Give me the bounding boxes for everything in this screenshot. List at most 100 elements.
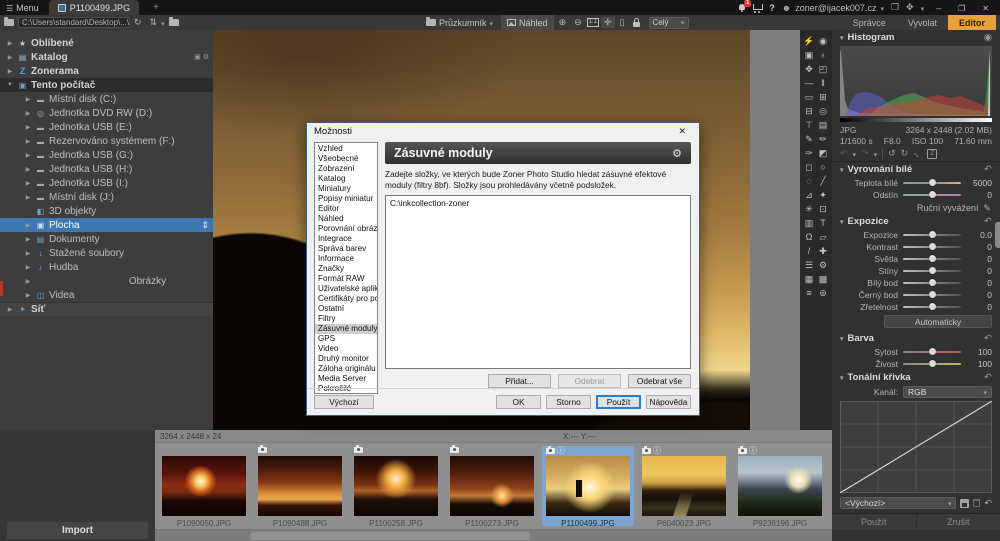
slider-track[interactable] <box>903 194 961 196</box>
sidebar-tree-item[interactable]: Místní disk (C:) <box>0 92 213 106</box>
tree-item-extra-icons[interactable] <box>201 220 209 231</box>
plugin-folder-list[interactable]: C:\inkcollection-zoner <box>385 195 691 369</box>
tool-icon[interactable]: ⊿ <box>802 189 816 202</box>
explorer-mode-button[interactable]: Průzkumník <box>420 15 499 30</box>
filmstrip-toggle-icon[interactable] <box>617 17 628 28</box>
expand-arrow-icon[interactable] <box>24 96 32 103</box>
new-tab-button[interactable]: + <box>149 2 163 13</box>
remove-all-button[interactable]: Odebrat vše <box>628 374 691 388</box>
cancel-button[interactable]: Zrušit <box>917 514 1000 530</box>
sidebar-tree-item[interactable]: Tento počítač <box>0 78 213 92</box>
slider-track[interactable] <box>903 182 961 184</box>
dialog-nav-item[interactable]: Uživatelské aplikace <box>315 284 377 294</box>
dialog-close-icon[interactable] <box>672 126 692 137</box>
sidebar-tree-item[interactable]: Jednotka USB (I:) <box>0 176 213 190</box>
tool-icon[interactable]: ○ <box>816 161 830 174</box>
slider-knob[interactable] <box>929 191 936 198</box>
tool-icon[interactable]: ⊟ <box>802 105 816 118</box>
restore-button[interactable] <box>953 3 970 13</box>
dialog-nav-item[interactable]: Filtry <box>315 314 377 324</box>
dialog-nav-item[interactable]: Video <box>315 344 377 354</box>
dialog-nav-item[interactable]: Miniatury <box>315 184 377 194</box>
folder-icon[interactable] <box>4 19 14 26</box>
refresh-icon[interactable] <box>130 17 146 28</box>
fullscreen-chevron-icon[interactable] <box>921 3 925 13</box>
undo-history-chevron[interactable] <box>853 149 857 159</box>
slider-knob[interactable] <box>929 360 936 367</box>
info-icon[interactable] <box>653 447 661 455</box>
account-menu[interactable]: zoner@ijacek007.cz <box>782 3 884 13</box>
close-button[interactable] <box>977 3 994 13</box>
sidebar-tree-item[interactable]: Obrázky <box>0 274 213 288</box>
tool-icon[interactable]: ◉ <box>816 35 830 48</box>
tool-icon[interactable]: ✑ <box>802 147 816 160</box>
preset-select[interactable]: <Výchozí> <box>840 497 956 509</box>
white-balance-header[interactable]: Vyrovnání bílé <box>832 162 1000 177</box>
dialog-title-bar[interactable]: Možnosti <box>307 123 699 140</box>
tool-icon[interactable]: ✥ <box>802 63 816 76</box>
tone-curve-plot[interactable] <box>840 401 992 493</box>
expand-arrow-icon[interactable] <box>24 124 32 131</box>
tool-icon[interactable]: / <box>802 245 816 258</box>
shop-cart-icon[interactable] <box>753 4 762 11</box>
slider-track[interactable] <box>903 246 961 248</box>
panel-collapse-handle[interactable] <box>995 222 1000 248</box>
thumbnail-cell[interactable]: P9236196.JPG <box>734 446 826 526</box>
color-header[interactable]: Barva <box>832 331 1000 346</box>
tool-icon[interactable]: ✎ <box>802 133 816 146</box>
slider-knob[interactable] <box>929 243 936 250</box>
tool-icon[interactable]: ⚡ <box>802 35 816 48</box>
slider-track[interactable] <box>903 258 961 260</box>
dialog-nav-item[interactable]: Formát RAW <box>315 274 377 284</box>
tool-icon[interactable]: ⊤ <box>802 119 816 132</box>
thumbnail-image[interactable] <box>546 456 630 516</box>
sidebar-tree-item[interactable]: Místní disk (J:) <box>0 190 213 204</box>
tool-icon[interactable]: ▣ <box>802 49 816 62</box>
slider-track[interactable] <box>903 282 961 284</box>
zoom-mode-select[interactable]: Celý <box>649 17 689 29</box>
slider-knob[interactable] <box>929 179 936 186</box>
tool-icon[interactable]: ‖ <box>816 77 830 90</box>
workspace-develop-button[interactable]: Vyvolat <box>897 15 948 30</box>
rotate-right-icon[interactable] <box>901 148 909 159</box>
undo-icon[interactable] <box>840 148 848 159</box>
dialog-nav-item[interactable]: Popisy miniatur <box>315 194 377 204</box>
tone-curve-header[interactable]: Tonální křivka <box>832 370 1000 385</box>
tool-icon[interactable]: ✚ <box>816 245 830 258</box>
save-preset-icon[interactable] <box>960 499 969 508</box>
default-button[interactable]: Výchozí <box>314 395 374 409</box>
expand-arrow-icon[interactable] <box>24 278 32 285</box>
expand-arrow-icon[interactable] <box>24 222 32 229</box>
tool-icon[interactable]: ◩ <box>816 147 830 160</box>
slider-knob[interactable] <box>929 267 936 274</box>
delete-preset-icon[interactable] <box>973 499 980 507</box>
lock-icon[interactable] <box>633 18 640 27</box>
sidebar-tree-item[interactable]: Zonerama <box>0 64 213 78</box>
docs-book-icon[interactable] <box>891 2 899 13</box>
histogram-header[interactable]: Histogram <box>832 30 1000 45</box>
dialog-nav-item[interactable]: Ostatní <box>315 304 377 314</box>
slider-knob[interactable] <box>929 279 936 286</box>
info-icon[interactable] <box>749 447 757 455</box>
tool-icon[interactable]: ◻ <box>802 161 816 174</box>
dialog-nav-item[interactable]: Druhý monitor <box>315 354 377 364</box>
dialog-nav-item[interactable]: GPS <box>315 334 377 344</box>
dialog-nav-item[interactable]: Všeobecné <box>315 154 377 164</box>
tool-icon[interactable]: ≡ <box>802 287 816 300</box>
thumbnail-image[interactable] <box>738 456 822 516</box>
expand-arrow-icon[interactable] <box>24 110 32 117</box>
thumbnail-image[interactable] <box>258 456 342 516</box>
expand-arrow-icon[interactable] <box>6 68 14 75</box>
expand-arrow-icon[interactable] <box>24 166 32 173</box>
dialog-nav-item[interactable]: Integrace <box>315 234 377 244</box>
tool-icon[interactable]: ▩ <box>816 273 830 286</box>
preview-mode-button[interactable]: Náhled <box>501 15 554 30</box>
ok-button[interactable]: OK <box>496 395 541 409</box>
expand-arrow-icon[interactable] <box>24 292 32 299</box>
apply-dialog-button[interactable]: Použít <box>596 395 641 409</box>
sidebar-tree-item[interactable]: Jednotka USB (G:) <box>0 148 213 162</box>
thumbnail-cell[interactable]: P1090488.JPG <box>254 446 346 526</box>
tool-icon[interactable]: ◌ <box>802 175 816 188</box>
sidebar-tree-item[interactable]: Oblíbené <box>0 36 213 50</box>
tool-icon[interactable]: ◎ <box>816 105 830 118</box>
